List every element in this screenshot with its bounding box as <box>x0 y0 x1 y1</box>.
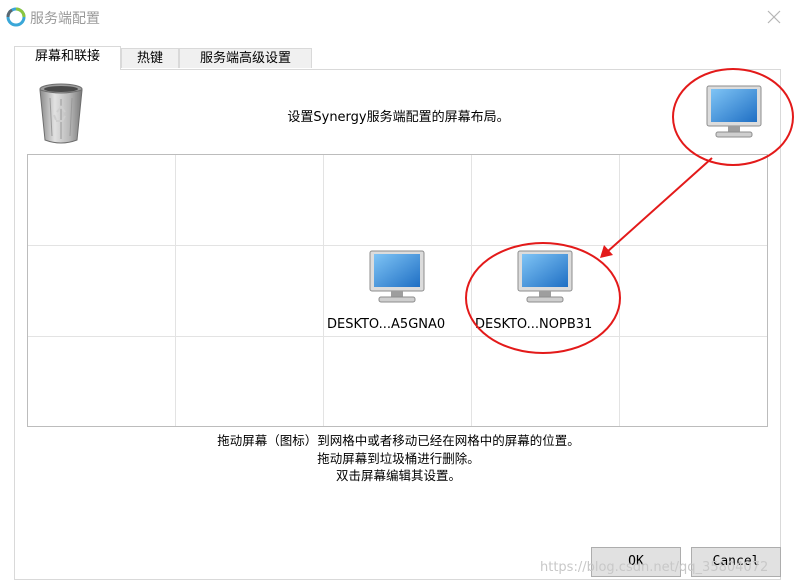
layout-instruction: 设置Synergy服务端配置的屏幕布局。 <box>287 110 510 125</box>
help-text-line: 拖动屏幕（图标）到网格中或者移动已经在网格中的屏幕的位置。 <box>217 433 580 448</box>
grid-divider <box>28 336 767 337</box>
tab-screens-and-links[interactable]: 屏幕和联接 <box>14 46 121 70</box>
grid-divider <box>471 155 472 426</box>
screen-monitor-icon[interactable] <box>369 250 425 306</box>
tab-advanced-server-settings[interactable]: 服务端高级设置 <box>179 48 312 68</box>
close-button[interactable] <box>751 0 797 34</box>
watermark: https://blog.csdn.net/qq_35804072 <box>540 560 769 575</box>
tab-hotkeys[interactable]: 热键 <box>121 48 179 68</box>
grid-divider <box>175 155 176 426</box>
help-text-line: 拖动屏幕到垃圾桶进行删除。 <box>317 451 480 466</box>
screen-monitor-icon[interactable] <box>517 250 573 306</box>
grid-divider <box>323 155 324 426</box>
grid-divider <box>619 155 620 426</box>
title-bar: 服务端配置 <box>0 0 797 34</box>
screen-name-label: DESKTO...A5GNA0 <box>327 317 446 332</box>
window-title: 服务端配置 <box>30 11 100 27</box>
close-icon <box>767 10 781 24</box>
new-screen-monitor-icon[interactable] <box>706 85 762 141</box>
synergy-app-icon <box>6 7 26 27</box>
help-text-line: 双击屏幕编辑其设置。 <box>335 468 461 483</box>
grid-divider <box>28 245 767 246</box>
screen-name-label: DESKTO...NOPB31 <box>475 317 593 332</box>
